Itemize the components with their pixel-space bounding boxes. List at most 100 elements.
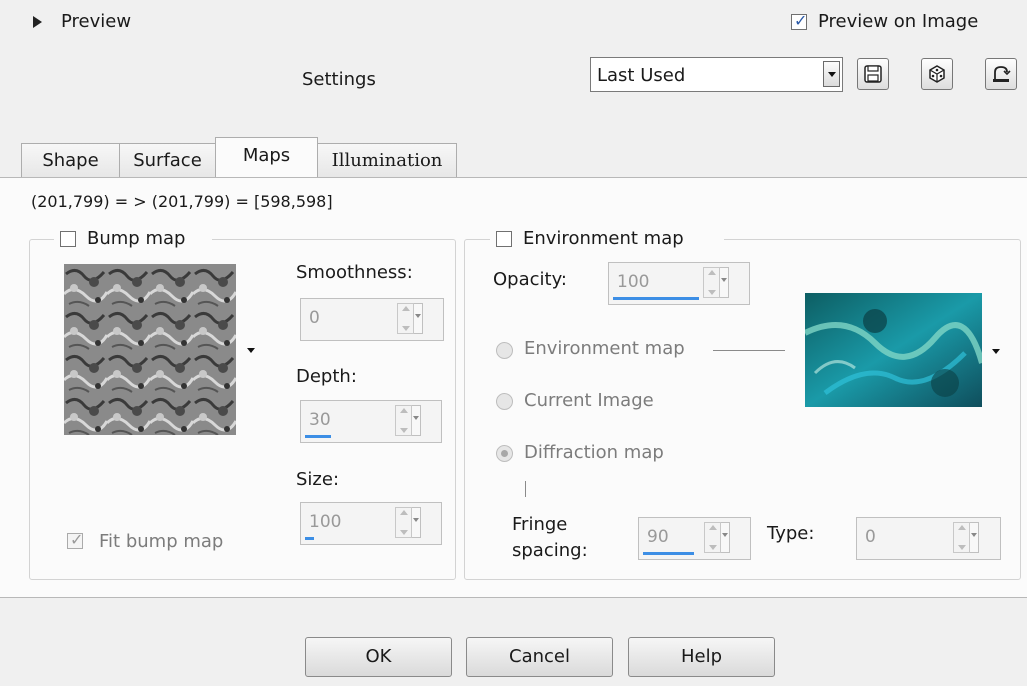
depth-stepper[interactable] xyxy=(395,405,412,436)
depth-label: Depth: xyxy=(296,366,357,387)
reset-icon xyxy=(993,66,1011,82)
checkmark-icon: ✓ xyxy=(70,530,84,549)
preview-toggle[interactable]: Preview xyxy=(0,0,160,44)
opacity-slider-fill xyxy=(613,297,699,300)
fit-bump-map-checkbox[interactable]: ✓ xyxy=(67,530,84,549)
radio-current-image-label: Current Image xyxy=(524,390,654,411)
diffraction-tick xyxy=(525,481,526,497)
random-button[interactable] xyxy=(921,58,953,90)
tab-maps-label: Maps xyxy=(242,145,291,166)
bump-map-header: Bump map xyxy=(54,227,212,251)
bump-map-label: Bump map xyxy=(87,228,186,249)
size-slider-fill xyxy=(305,537,314,540)
radio-current-image[interactable] xyxy=(496,393,513,410)
type-spinbox[interactable]: 0 xyxy=(856,517,1001,560)
cancel-button-label: Cancel xyxy=(509,646,570,667)
arrow-up-icon xyxy=(400,408,408,413)
smoothness-stepper[interactable] xyxy=(397,303,414,334)
tab-shape[interactable]: Shape xyxy=(21,143,120,179)
radio-environment-map[interactable] xyxy=(496,342,513,359)
smoothness-spinbox[interactable]: 0 xyxy=(300,298,444,341)
arrow-up-icon xyxy=(400,510,408,515)
opacity-value: 100 xyxy=(617,272,650,292)
ok-button-label: OK xyxy=(365,646,392,667)
arrow-up-icon xyxy=(402,306,410,311)
size-stepper[interactable] xyxy=(395,507,412,538)
depth-slider-fill xyxy=(305,435,331,438)
maps-panel: (201,799) = > (201,799) = [598,598] Bump… xyxy=(0,177,1027,598)
preview-label: Preview xyxy=(61,11,132,32)
fit-bump-map-label: Fit bump map xyxy=(99,531,224,552)
arrow-down-icon xyxy=(400,530,408,535)
arrow-down-icon xyxy=(958,545,966,550)
settings-label: Settings xyxy=(302,69,376,90)
size-value: 100 xyxy=(309,512,342,532)
bump-map-texture[interactable] xyxy=(64,264,236,435)
radio-diffraction-map[interactable] xyxy=(496,445,513,462)
coordinates-readout: (201,799) = > (201,799) = [598,598] xyxy=(31,192,333,211)
radio-environment-map-label: Environment map xyxy=(524,338,685,359)
settings-select[interactable]: Last Used xyxy=(590,57,843,92)
tab-surface-label: Surface xyxy=(133,150,202,171)
fringe-spacing-stepper[interactable] xyxy=(704,522,721,553)
reset-button[interactable] xyxy=(985,58,1017,90)
opacity-label: Opacity: xyxy=(493,269,567,290)
preview-on-image-label: Preview on Image xyxy=(818,11,979,32)
depth-slider-button[interactable] xyxy=(412,405,421,436)
save-preset-icon xyxy=(864,65,882,83)
environment-map-checkbox[interactable] xyxy=(496,231,512,247)
smoothness-slider-button[interactable] xyxy=(414,303,423,334)
preview-on-image-checkbox[interactable]: ✓ xyxy=(791,11,808,30)
depth-value: 30 xyxy=(309,410,331,430)
fringe-spacing-slider-button[interactable] xyxy=(721,522,730,553)
tab-surface[interactable]: Surface xyxy=(119,143,216,179)
environment-map-label: Environment map xyxy=(523,228,684,249)
cancel-button[interactable]: Cancel xyxy=(466,637,613,677)
type-stepper[interactable] xyxy=(953,522,970,553)
opacity-spinbox[interactable]: 100 xyxy=(608,262,750,305)
chevron-down-icon xyxy=(828,72,836,77)
depth-spinbox[interactable]: 30 xyxy=(300,400,442,443)
type-label: Type: xyxy=(767,523,815,544)
arrow-up-icon xyxy=(958,525,966,530)
fringe-spacing-label-line1: Fringe xyxy=(512,514,568,535)
expand-triangle-icon xyxy=(33,16,42,28)
ok-button[interactable]: OK xyxy=(305,637,452,677)
fringe-spacing-slider-fill xyxy=(643,552,694,555)
fringe-spacing-spinbox[interactable]: 90 xyxy=(638,517,751,560)
tab-maps[interactable]: Maps xyxy=(215,137,318,177)
environment-map-header: Environment map xyxy=(490,227,724,251)
help-button-label: Help xyxy=(680,646,723,667)
type-slider-button[interactable] xyxy=(970,522,979,553)
random-dice-icon xyxy=(929,65,945,83)
tab-illumination[interactable]: Illumination xyxy=(317,143,457,179)
environment-map-dropdown-icon[interactable] xyxy=(992,349,1000,354)
arrow-down-icon xyxy=(709,545,717,550)
smoothness-value: 0 xyxy=(309,308,320,328)
size-slider-button[interactable] xyxy=(412,507,421,538)
fringe-spacing-label-line2: spacing: xyxy=(512,540,588,561)
settings-dropdown-button[interactable] xyxy=(823,61,840,87)
bump-map-checkbox[interactable] xyxy=(60,231,76,247)
checkmark-icon: ✓ xyxy=(794,11,808,30)
fringe-spacing-value: 90 xyxy=(647,527,669,547)
radio-diffraction-map-label: Diffraction map xyxy=(524,442,664,463)
save-preset-button[interactable] xyxy=(857,58,889,90)
environment-map-preview[interactable] xyxy=(805,293,982,407)
arrow-up-icon xyxy=(708,270,716,275)
smoothness-label: Smoothness: xyxy=(296,262,413,283)
opacity-slider-button[interactable] xyxy=(720,267,729,298)
arrow-down-icon xyxy=(708,290,716,295)
tab-illumination-label: Illumination xyxy=(331,150,443,171)
opacity-stepper[interactable] xyxy=(703,267,720,298)
size-spinbox[interactable]: 100 xyxy=(300,502,442,545)
bump-map-dropdown-icon[interactable] xyxy=(247,348,255,353)
size-label: Size: xyxy=(296,469,340,490)
tab-shape-label: Shape xyxy=(42,150,99,171)
type-value: 0 xyxy=(865,527,876,547)
environment-map-leader-line xyxy=(713,350,785,351)
help-button[interactable]: Help xyxy=(628,637,775,677)
arrow-up-icon xyxy=(709,525,717,530)
settings-select-value: Last Used xyxy=(597,65,686,86)
arrow-down-icon xyxy=(400,428,408,433)
